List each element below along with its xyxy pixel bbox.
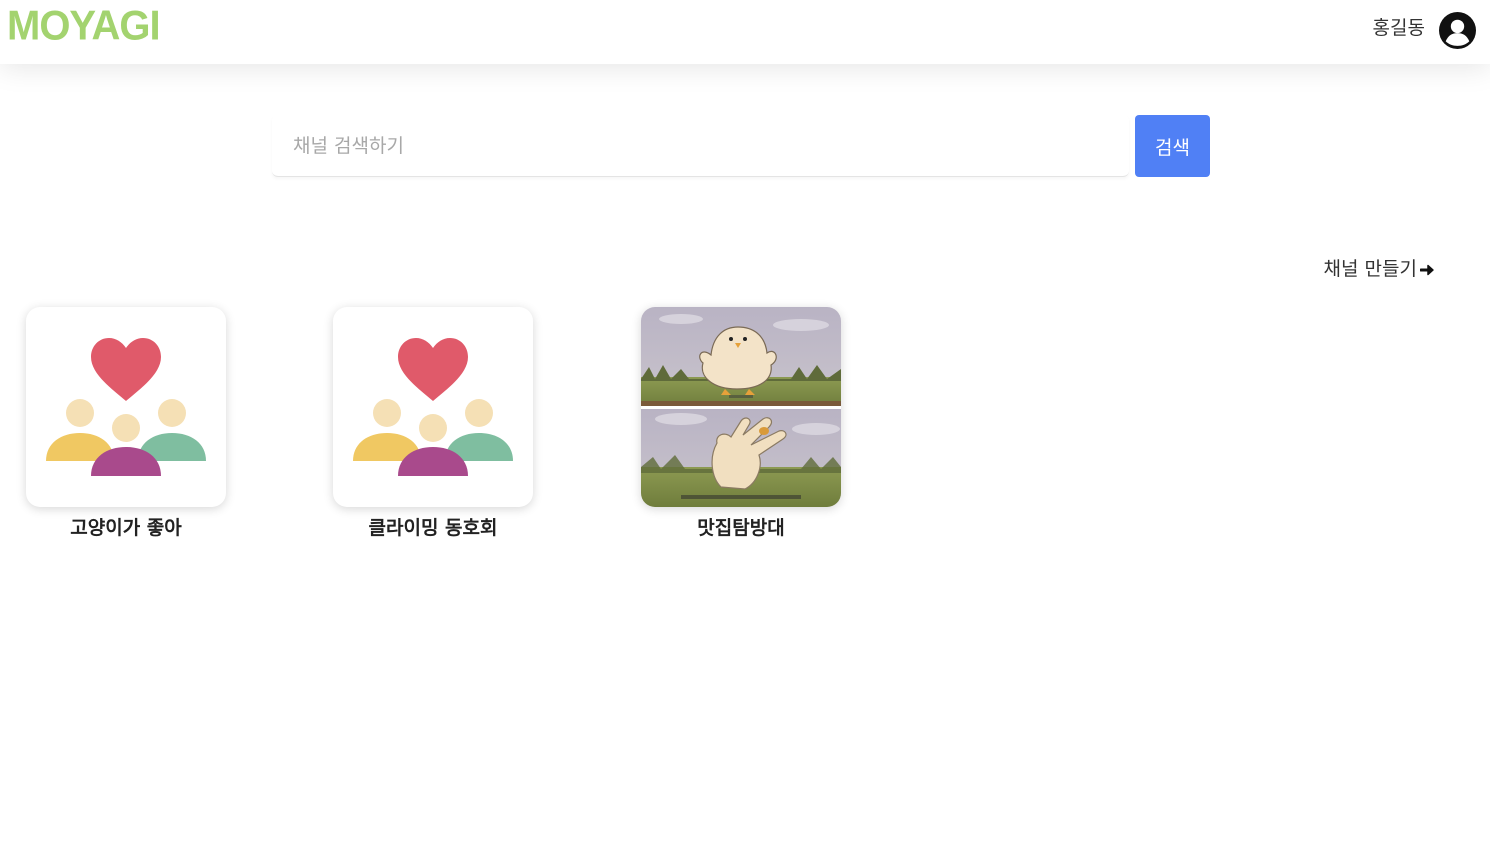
- channel-thumbnail[interactable]: [641, 307, 841, 507]
- arrow-right-icon: [1420, 264, 1434, 275]
- channel-card[interactable]: 고양이가 좋아: [26, 307, 226, 540]
- channel-name[interactable]: 맛집탐방대: [641, 516, 841, 540]
- channel-card[interactable]: 클라이밍 동호회: [333, 307, 533, 540]
- group-heart-icon: [46, 338, 206, 476]
- moyagi-logo[interactable]: MOYAGI: [7, 5, 161, 47]
- create-channel-link[interactable]: 채널 만들기: [1324, 254, 1436, 281]
- cartoon-chick-image: [641, 307, 841, 507]
- create-channel-label: 채널 만들기: [1323, 258, 1417, 280]
- channel-search-bar: 검색: [272, 115, 1210, 177]
- search-button[interactable]: 검색: [1135, 115, 1210, 177]
- channel-thumbnail[interactable]: [333, 307, 533, 507]
- user-name[interactable]: 홍길동: [1373, 16, 1425, 40]
- top-navigation-bar: MOYAGI 홍길동: [0, 0, 1490, 64]
- search-input[interactable]: [272, 115, 1129, 177]
- channel-thumbnail[interactable]: [26, 307, 226, 507]
- user-avatar-icon[interactable]: [1439, 12, 1476, 49]
- channel-name[interactable]: 클라이밍 동호회: [333, 516, 533, 540]
- channel-card[interactable]: 맛집탐방대: [641, 307, 841, 540]
- channel-name[interactable]: 고양이가 좋아: [26, 516, 226, 540]
- group-heart-icon: [353, 338, 513, 476]
